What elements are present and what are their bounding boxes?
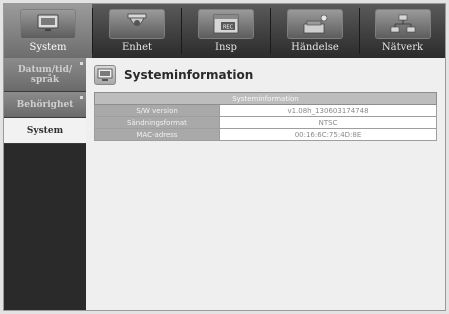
row-key: S/W version	[94, 104, 220, 117]
sidebar-item-label: Datum/tid/ språk	[17, 64, 73, 85]
row-value: 00:16:6C:75:4D:8E	[219, 128, 437, 141]
svg-text:REC: REC	[223, 25, 234, 31]
tab-natverk[interactable]: Nätverk	[360, 4, 445, 58]
monitor-icon	[94, 65, 116, 85]
row-key: Sändningsformat	[94, 116, 220, 129]
sidebar-item-label: System	[26, 125, 64, 136]
tab-enhet-label: Enhet	[121, 42, 153, 53]
tab-insp-label: Insp	[215, 42, 237, 53]
sidebar-item-behorighet[interactable]: Behörighet	[4, 92, 86, 118]
camera-icon	[109, 9, 165, 39]
submenu-indicator-icon	[80, 96, 83, 99]
sidebar-item-label: Behörighet	[16, 99, 74, 110]
app-window: System Enhet REC Insp Händelse Nätverk D…	[3, 3, 446, 311]
table-row: MAC-adress 00:16:6C:75:4D:8E	[94, 128, 437, 141]
network-icon	[374, 9, 431, 39]
table-header-row: Systeminformation	[94, 92, 437, 105]
top-menu: System Enhet REC Insp Händelse Nätverk	[4, 4, 445, 58]
monitor-icon	[20, 9, 76, 39]
submenu-indicator-icon	[80, 62, 83, 65]
sidebar: Datum/tid/ språk Behörighet System	[4, 58, 86, 310]
main-panel: Systeminformation Systeminformation S/W …	[86, 58, 445, 310]
table-header: Systeminformation	[94, 92, 437, 105]
tab-natverk-label: Nätverk	[381, 42, 424, 53]
row-value: NTSC	[219, 116, 437, 129]
tab-system[interactable]: System	[4, 4, 92, 58]
sidebar-item-system[interactable]: System	[4, 118, 86, 144]
tab-handelse-label: Händelse	[291, 42, 339, 53]
page-header: Systeminformation	[94, 64, 253, 86]
table-row: S/W version v1.08h_130603174748	[94, 104, 437, 117]
tab-enhet[interactable]: Enhet	[93, 4, 181, 58]
row-value: v1.08h_130603174748	[219, 104, 437, 117]
table-row: Sändningsformat NTSC	[94, 116, 437, 129]
tab-insp[interactable]: REC Insp	[182, 4, 270, 58]
page-title: Systeminformation	[124, 68, 254, 82]
alarm-icon	[287, 9, 343, 39]
row-key: MAC-adress	[94, 128, 220, 141]
rec-icon: REC	[198, 9, 254, 39]
tab-handelse[interactable]: Händelse	[271, 4, 359, 58]
tab-system-label: System	[29, 42, 67, 53]
sidebar-item-datum-tid-sprak[interactable]: Datum/tid/ språk	[4, 58, 86, 92]
system-info-table: Systeminformation S/W version v1.08h_130…	[94, 92, 437, 141]
